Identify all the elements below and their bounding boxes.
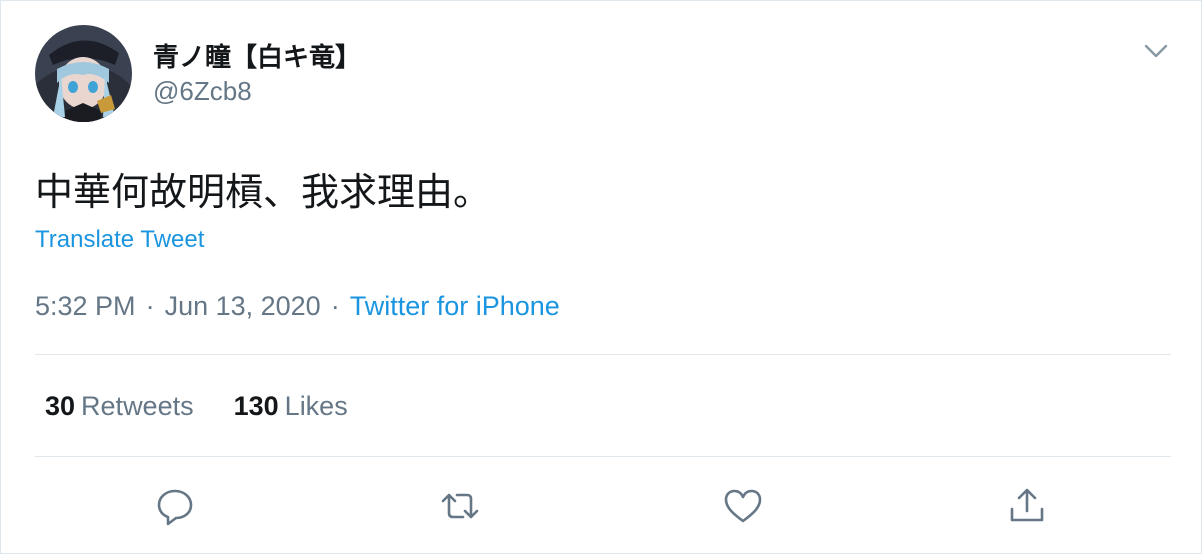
reply-icon[interactable] (154, 485, 196, 527)
user-handle[interactable]: @6Zcb8 (153, 76, 252, 107)
avatar[interactable] (35, 25, 132, 122)
retweets-count: 30 (45, 391, 76, 421)
retweets-label: Retweets (81, 391, 194, 421)
chevron-down-icon[interactable] (1141, 39, 1171, 63)
tweet-time[interactable]: 5:32 PM (35, 291, 136, 321)
share-icon[interactable] (1006, 485, 1048, 527)
divider (35, 354, 1171, 355)
divider (35, 456, 1171, 457)
tweet-source-link[interactable]: Twitter for iPhone (350, 291, 560, 321)
retweets-stat[interactable]: 30 Retweets (45, 391, 194, 422)
tweet-text: 中華何故明槓、我求理由。 (35, 172, 492, 214)
retweet-icon[interactable] (439, 485, 481, 527)
meta-separator: · (330, 291, 340, 321)
likes-count: 130 (233, 391, 279, 421)
tweet-stats: 30 Retweets 130 Likes (45, 391, 348, 422)
avatar-image (35, 25, 132, 122)
display-name[interactable]: 青ノ瞳【白キ竜】 (153, 37, 361, 74)
tweet-date[interactable]: Jun 13, 2020 (165, 291, 321, 321)
likes-stat[interactable]: 130 Likes (234, 391, 348, 422)
tweet-card: 青ノ瞳【白キ竜】 @6Zcb8 中華何故明槓、我求理由。 Translate T… (0, 0, 1202, 554)
tweet-meta: 5:32 PM · Jun 13, 2020 · Twitter for iPhone (35, 291, 560, 322)
heart-icon[interactable] (722, 485, 764, 527)
meta-separator: · (145, 291, 155, 321)
likes-label: Likes (284, 391, 348, 421)
translate-tweet-link[interactable]: Translate Tweet (35, 226, 204, 254)
